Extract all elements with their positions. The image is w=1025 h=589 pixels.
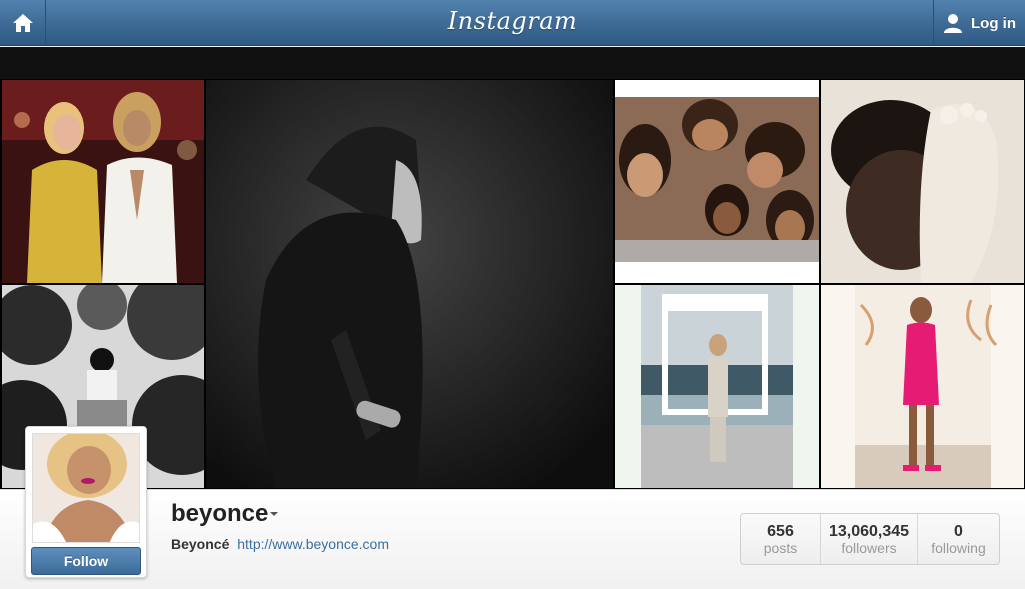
profile-username: beyonce — [171, 500, 269, 527]
avatar-card: Follow — [25, 426, 147, 578]
photo-pink-dress[interactable] — [821, 285, 1024, 488]
profile-full-name: Beyoncé — [171, 536, 230, 552]
username-caret-icon[interactable] — [270, 512, 278, 516]
photo-mosaic — [0, 79, 1025, 489]
stat-posts-label: posts — [763, 539, 798, 556]
stat-followers-value: 13,060,345 — [828, 522, 910, 540]
stat-followers-label: followers — [841, 539, 897, 556]
instagram-logo[interactable]: Instagram — [0, 7, 1025, 35]
login-label: Log in — [971, 14, 1016, 32]
stat-followers: 13,060,345 followers — [821, 514, 918, 564]
top-nav-bar: Instagram Log in — [0, 0, 1025, 46]
profile-bio-line: Beyoncé http://www.beyonce.com — [171, 536, 389, 552]
login-button[interactable]: Log in — [933, 0, 1025, 46]
avatar[interactable] — [32, 433, 140, 543]
photo-hooded-performer[interactable] — [206, 80, 613, 488]
profile-stats: 656 posts 13,060,345 followers 0 followi… — [740, 513, 1000, 565]
profile-website-link[interactable]: http://www.beyonce.com — [237, 536, 389, 552]
photo-group-selfie[interactable] — [615, 80, 819, 283]
photo-baby-foot[interactable] — [821, 80, 1024, 283]
stat-following-value: 0 — [954, 522, 963, 540]
stat-following: 0 following — [918, 514, 999, 564]
photo-instagram-frame[interactable] — [615, 285, 819, 488]
stat-following-label: following — [931, 539, 986, 556]
stat-posts-value: 656 — [767, 522, 794, 540]
photo-red-carpet[interactable] — [2, 80, 204, 283]
header-shadow-strip — [0, 47, 1025, 79]
stat-posts: 656 posts — [741, 514, 821, 564]
follow-button[interactable]: Follow — [31, 547, 141, 575]
user-icon — [944, 14, 962, 33]
